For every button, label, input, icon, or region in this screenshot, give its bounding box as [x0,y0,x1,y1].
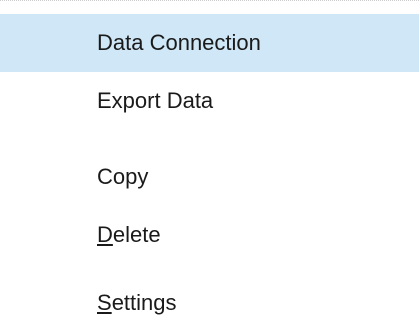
menu-item-label: Settings [97,290,177,316]
menu-item-data-connection[interactable]: Data Connection [0,14,419,72]
menu-item-label-rest: ettings [111,290,177,315]
menu-item-label: Copy [97,164,149,189]
menu-item-label-rest: elete [112,222,161,247]
menu-top-border [0,0,419,10]
menu-item-label: Data Connection [97,30,261,55]
menu-item-copy[interactable]: Copy [0,148,419,206]
menu-item-settings[interactable]: Settings [0,274,419,332]
context-menu: Data Connection Export Data Copy Delete … [0,0,419,328]
menu-item-label: Delete [97,222,161,248]
menu-item-delete[interactable]: Delete [0,206,419,264]
menu-item-mnemonic: S [97,290,112,315]
menu-item-export-data[interactable]: Export Data [0,72,419,130]
menu-item-label: Export Data [97,88,214,113]
menu-item-mnemonic: D [97,222,113,247]
